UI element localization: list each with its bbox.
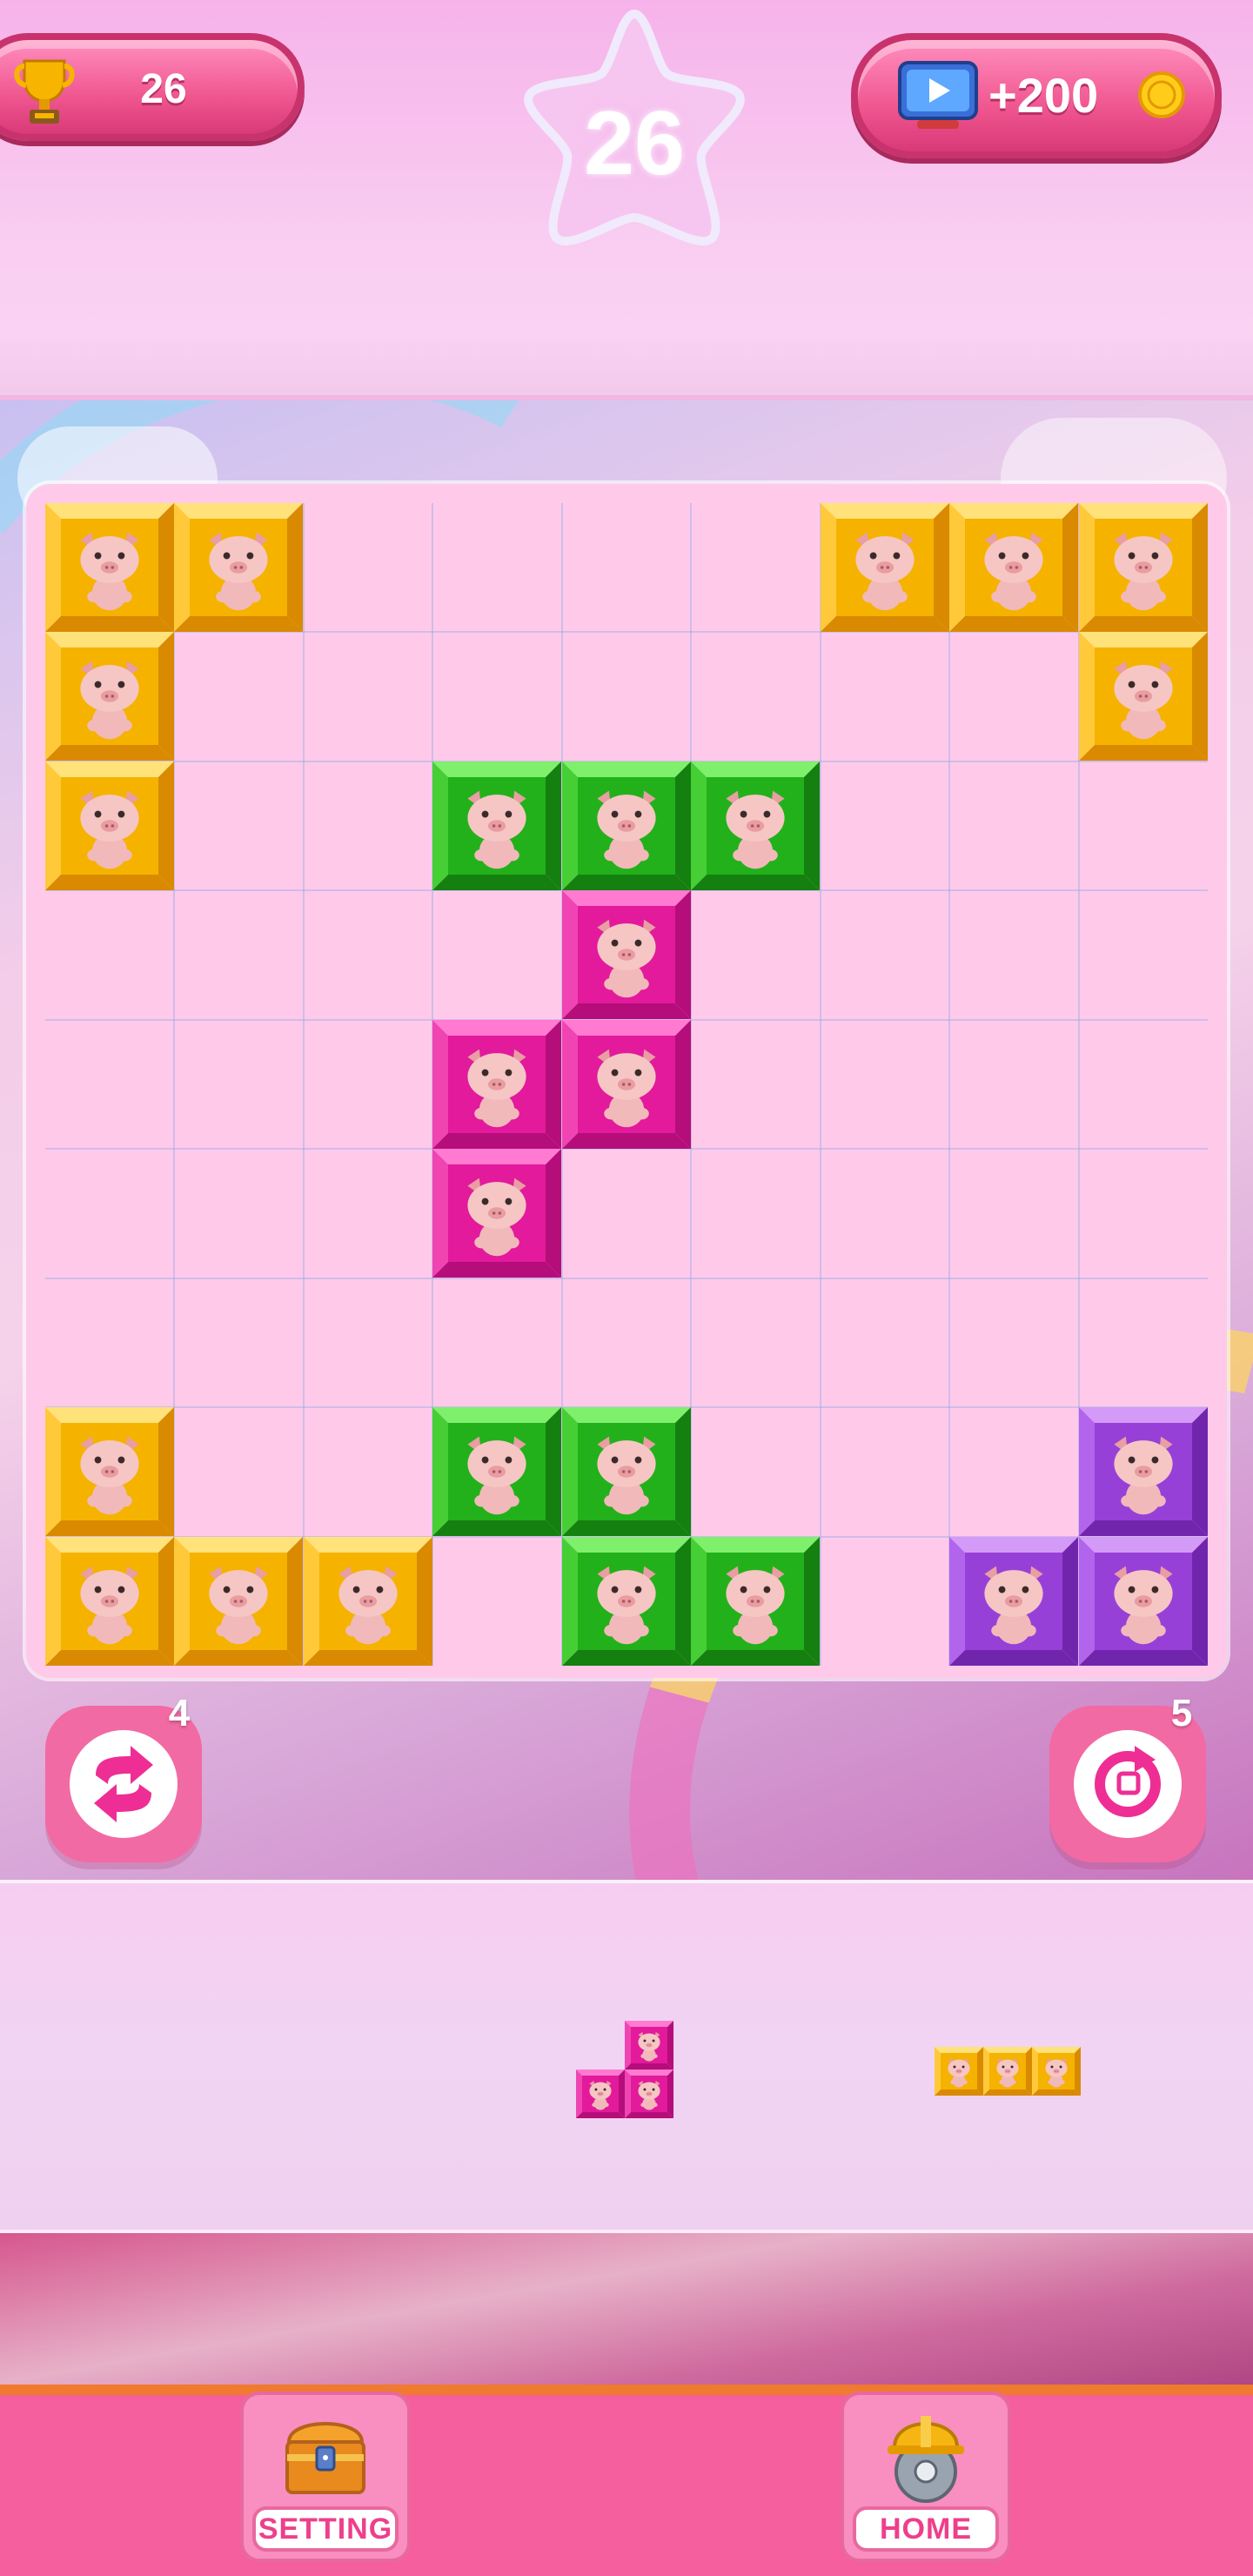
pig-icon (1114, 1436, 1173, 1515)
pig-icon (589, 2080, 612, 2110)
board-block-yellow (304, 1537, 432, 1666)
grid-line (948, 503, 951, 1666)
board-block-magenta (562, 890, 691, 1019)
tray-piece-block (625, 2070, 673, 2118)
board-block-magenta (432, 1149, 561, 1278)
pig-icon (948, 2057, 970, 2088)
board-block-yellow (174, 503, 303, 632)
pig-icon (80, 532, 139, 611)
coin-reward-amount: +200 (988, 68, 1099, 123)
pig-icon (597, 919, 656, 998)
pig-icon (597, 1566, 656, 1645)
grid-line (819, 503, 821, 1666)
tray-piece-block (1032, 2047, 1081, 2096)
board-block-green (562, 761, 691, 890)
pig-icon (80, 1566, 139, 1645)
board-block-yellow (1079, 503, 1208, 632)
hud-divider (0, 331, 1253, 400)
level-star: 26 (519, 9, 750, 261)
game-screen: 26 +200 26 4 5 SETTING HOME (0, 0, 1253, 2576)
board-block-green (432, 1407, 561, 1536)
bottom-nav-bar (0, 2385, 1253, 2576)
board-block-yellow (45, 1407, 174, 1536)
board-block-green (562, 1407, 691, 1536)
pig-icon (338, 1566, 398, 1645)
tray-piece-block (576, 2070, 625, 2118)
pig-icon (467, 1049, 526, 1128)
pig-icon (467, 790, 526, 869)
lower-background (0, 2233, 1253, 2386)
board-block-green (691, 761, 820, 890)
board-block-purple (1079, 1407, 1208, 1536)
grid-line (302, 503, 305, 1666)
setting-label: SETTING (252, 2506, 399, 2552)
helmet-saw-icon (888, 2416, 964, 2503)
pig-icon (597, 1049, 656, 1128)
pig-icon (80, 661, 139, 740)
home-label: HOME (853, 2506, 999, 2552)
board-block-yellow (45, 761, 174, 890)
pig-icon (80, 1436, 139, 1515)
watch-ad-reward-button[interactable]: +200 (851, 33, 1222, 158)
pig-icon (1114, 532, 1173, 611)
rotate-booster-count: 5 (1170, 1692, 1193, 1734)
pig-icon (209, 1566, 268, 1645)
board-block-green (691, 1537, 820, 1666)
pig-icon (597, 790, 656, 869)
trophy-icon (14, 59, 75, 124)
board-grid[interactable] (45, 503, 1208, 1666)
tray-piece-block (935, 2047, 983, 2096)
pig-icon (80, 790, 139, 869)
board-block-yellow (1079, 632, 1208, 761)
pig-icon (209, 532, 268, 611)
coin-icon (1138, 71, 1185, 118)
tray-piece-block (983, 2047, 1032, 2096)
pig-icon (1114, 1566, 1173, 1645)
board-block-yellow (45, 632, 174, 761)
board-block-yellow (174, 1537, 303, 1666)
board-block-yellow (45, 503, 174, 632)
board-block-green (562, 1537, 691, 1666)
treasure-chest-icon (285, 2422, 365, 2494)
pig-icon (855, 532, 915, 611)
board-block-yellow (45, 1537, 174, 1666)
board-block-magenta (432, 1020, 561, 1149)
pig-icon (996, 2057, 1019, 2088)
pig-icon (726, 1566, 785, 1645)
swap-booster-face (70, 1730, 178, 1838)
grid-line (45, 1277, 1208, 1279)
pig-icon (638, 2080, 660, 2110)
board-block-magenta (562, 1020, 691, 1149)
board-block-purple (949, 1537, 1078, 1666)
rotate-booster-face (1074, 1730, 1182, 1838)
rotate-icon (1095, 1746, 1161, 1817)
pig-icon (1045, 2057, 1068, 2088)
board-block-yellow (821, 503, 949, 632)
pig-icon (984, 1566, 1043, 1645)
score-value: 26 (140, 66, 187, 112)
pig-icon (726, 790, 785, 869)
tv-ad-icon (898, 61, 978, 129)
pig-icon (1114, 661, 1173, 740)
pig-icon (467, 1436, 526, 1515)
board-block-purple (1079, 1537, 1208, 1666)
pig-icon (984, 532, 1043, 611)
pig-icon (597, 1436, 656, 1515)
swap-arrows-icon (94, 1746, 153, 1822)
level-number: 26 (584, 93, 685, 194)
score-panel: 26 (0, 33, 305, 141)
swap-booster-count: 4 (168, 1692, 191, 1734)
pig-icon (467, 1177, 526, 1257)
home-button[interactable]: HOME (841, 2392, 1011, 2562)
tray-piece-block (625, 2021, 673, 2070)
board-block-green (432, 761, 561, 890)
board-block-yellow (949, 503, 1078, 632)
setting-button[interactable]: SETTING (240, 2392, 411, 2562)
pig-icon (638, 2031, 660, 2062)
